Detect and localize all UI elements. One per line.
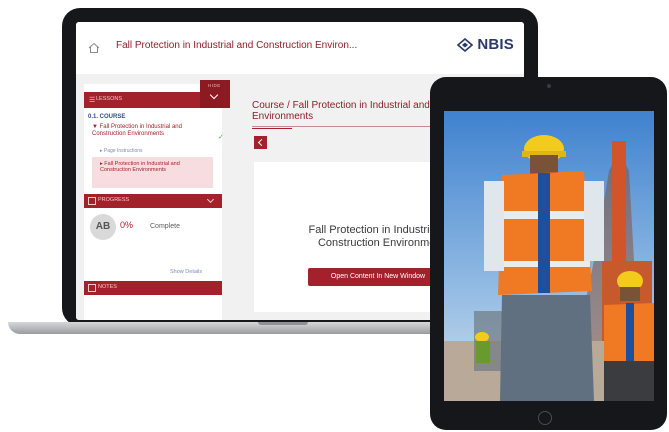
chevron-down-icon: [206, 195, 215, 204]
brand-logo: NBIS: [457, 36, 514, 53]
avatar: AB: [90, 214, 116, 240]
progress-percent: 0%: [120, 220, 134, 230]
camera-icon: [547, 84, 551, 88]
flag-icon: [88, 197, 96, 205]
lesson-item-label: ▸ Fall Protection in Industrial and Cons…: [100, 161, 180, 173]
notes-header-label: NOTES: [98, 284, 117, 290]
construction-workers-photo: [444, 111, 654, 401]
menu-icon: ☰: [89, 97, 96, 104]
progress-header[interactable]: PROGRESS: [84, 194, 222, 208]
lesson-item-active[interactable]: ▸ Fall Protection in Industrial and Cons…: [92, 157, 213, 188]
chevron-down-icon: [209, 90, 219, 100]
check-icon: ✓: [218, 134, 224, 141]
home-icon[interactable]: [88, 42, 100, 54]
home-button[interactable]: [538, 411, 552, 425]
nbis-diamond-icon: [457, 37, 474, 52]
lessons-header[interactable]: ☰ LESSONS: [84, 92, 216, 108]
course-title: Fall Protection in Industrial and Constr…: [116, 40, 358, 51]
module-link[interactable]: ▼ Fall Protection in Industrial and Cons…: [92, 124, 204, 137]
open-content-button[interactable]: Open Content In New Window: [308, 268, 448, 286]
sidebar: ☰ LESSONS HIDE 0.1. COURSE ▼ Fall Protec…: [84, 80, 230, 320]
show-details-link[interactable]: Show Details: [170, 269, 202, 275]
laptop-base: [8, 322, 468, 334]
brand-name: NBIS: [477, 36, 514, 53]
top-bar: Fall Protection in Industrial and Constr…: [76, 22, 524, 74]
lessons-header-label: LESSONS: [96, 96, 122, 102]
progress-header-label: PROGRESS: [98, 197, 130, 203]
notes-icon: [88, 284, 96, 292]
course-section-title: 0.1. COURSE: [88, 114, 126, 120]
laptop-notch: [258, 322, 308, 325]
hide-sidebar-button[interactable]: HIDE: [200, 80, 230, 108]
hide-sidebar-label: HIDE: [208, 83, 221, 88]
lesson-item-page-instructions[interactable]: ▸ Page Instructions: [100, 148, 143, 154]
notes-header[interactable]: NOTES: [84, 281, 222, 295]
progress-status: Complete: [150, 223, 180, 230]
back-button[interactable]: [254, 136, 267, 149]
tablet-frame: [430, 77, 667, 430]
divider-accent: [252, 128, 292, 129]
